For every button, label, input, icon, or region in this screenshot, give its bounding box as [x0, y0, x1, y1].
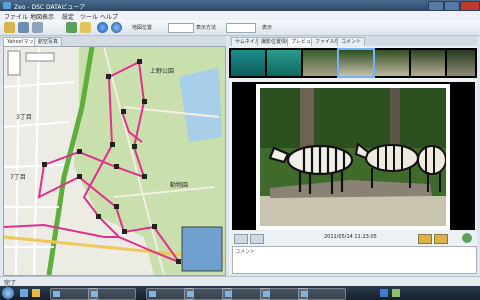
photo-timestamp: 2011/05/14 11:23:05: [324, 234, 377, 240]
app-icon: [3, 2, 11, 9]
maximize-button[interactable]: [444, 1, 460, 11]
map-label-park: 上野公園: [150, 67, 174, 75]
map-pan-control: [7, 50, 21, 76]
map-tab-row: Yahoo!マップ 航空写真: [0, 36, 226, 46]
next-photo-button[interactable]: [250, 234, 264, 244]
thumbnail-5[interactable]: [375, 50, 409, 76]
map-view[interactable]: 上野公園 3丁目 7丁目 動物園: [3, 46, 226, 276]
toolbar: 地図位置 表示方法 表示: [0, 20, 480, 36]
overview-map: [181, 226, 223, 272]
thumbnail-6[interactable]: [411, 50, 445, 76]
display-label: 表示: [262, 25, 273, 31]
display-mode-select[interactable]: [226, 23, 256, 33]
globe-icon[interactable]: [97, 22, 108, 33]
map-label-block3: 3丁目: [16, 114, 32, 121]
quicklaunch-icon-2[interactable]: [32, 289, 40, 297]
taskbar: [0, 286, 480, 300]
prev-photo-button[interactable]: [234, 234, 248, 244]
task-item-2[interactable]: [88, 288, 136, 300]
status-bar: 完了: [0, 276, 480, 287]
viewer-controls: 2011/05/14 11:23:05: [232, 232, 475, 244]
globe-alt-icon[interactable]: [111, 22, 122, 33]
window-title: Zeo - DSC DATAビューア: [14, 4, 86, 11]
quicklaunch-icon-1[interactable]: [20, 289, 28, 297]
refresh-icon[interactable]: [66, 22, 77, 33]
start-button[interactable]: [2, 287, 14, 299]
photo-frame: [256, 84, 450, 230]
rotate-right-icon[interactable]: [434, 234, 448, 244]
tray-volume-icon[interactable]: [392, 289, 400, 297]
comment-label: コメント: [235, 249, 256, 255]
task-item-7[interactable]: [298, 288, 346, 300]
zebra-photo: [260, 88, 446, 226]
tray-network-icon[interactable]: [380, 289, 388, 297]
print-icon[interactable]: [32, 22, 43, 33]
open-folder-icon[interactable]: [4, 22, 15, 33]
map-label-zoo: 動物園: [170, 181, 188, 189]
thumbnail-1[interactable]: [231, 50, 265, 76]
thumbnail-3[interactable]: [303, 50, 337, 76]
map-position-label: 地図位置: [132, 25, 153, 31]
title-bar: Zeo - DSC DATAビューア: [0, 0, 480, 11]
tab-aerial[interactable]: 航空写真: [34, 37, 63, 46]
map-link-icon[interactable]: [462, 233, 472, 243]
comment-field[interactable]: コメント: [232, 246, 477, 274]
map-canvas: 上野公園 3丁目 7丁目 動物園: [4, 47, 225, 275]
thumbnail-7[interactable]: [447, 50, 475, 76]
display-mode-label: 表示方法: [196, 25, 217, 31]
thumbnail-2[interactable]: [267, 50, 301, 76]
map-label-block7: 7丁目: [10, 174, 26, 181]
right-tab-row: サムネイル 撮影位置情報 プレビュー ファイル情報 コメント: [229, 36, 477, 46]
tab-comment[interactable]: コメント: [337, 37, 366, 46]
folder-icon[interactable]: [80, 22, 91, 33]
map-type-control: [25, 52, 55, 62]
minimize-button[interactable]: [428, 1, 444, 11]
save-icon[interactable]: [18, 22, 29, 33]
rotate-left-icon[interactable]: [418, 234, 432, 244]
map-position-select[interactable]: [168, 23, 194, 33]
close-button[interactable]: [460, 1, 480, 11]
thumbnail-4-selected[interactable]: [337, 48, 375, 78]
thumbnail-strip: [229, 48, 477, 78]
